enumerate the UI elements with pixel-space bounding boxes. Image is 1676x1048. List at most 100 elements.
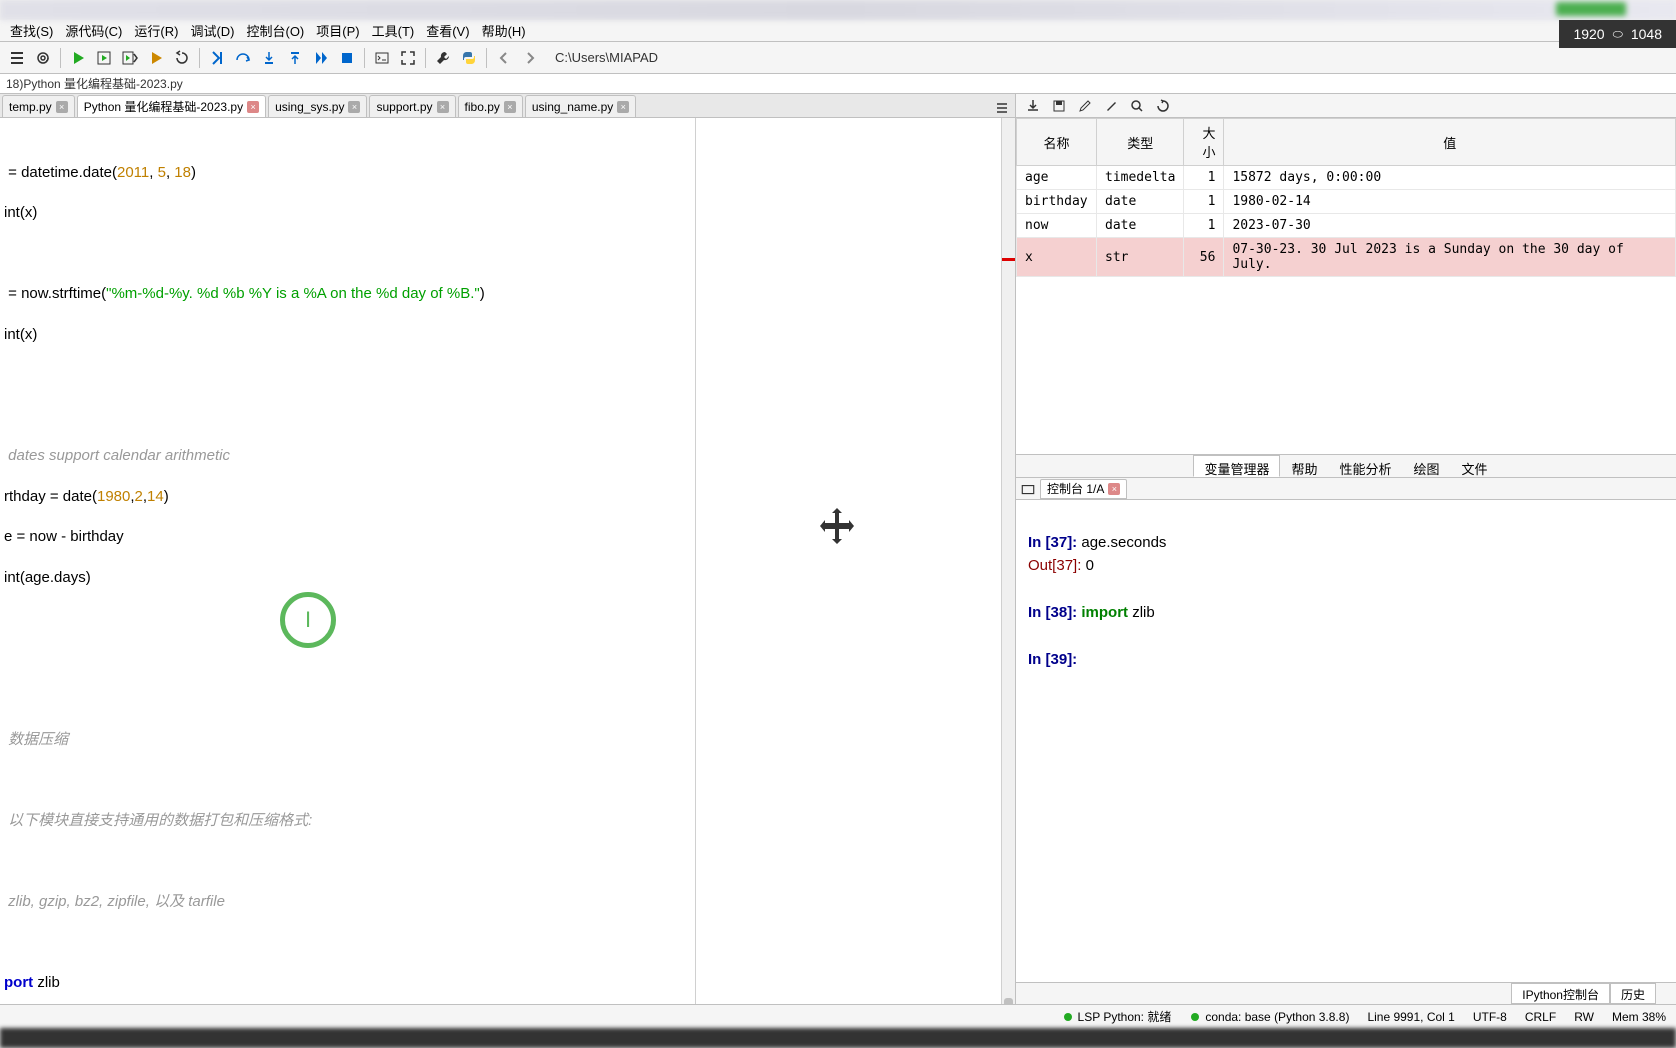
console-tabs: 控制台 1/A× [1016, 478, 1676, 500]
working-directory[interactable]: C:\Users\MIAPAD [555, 50, 658, 65]
status-rw[interactable]: RW [1574, 1010, 1594, 1024]
run-cell-advance-icon[interactable] [119, 47, 141, 69]
status-lsp[interactable]: LSP Python: 就绪 [1062, 1008, 1172, 1025]
status-conda[interactable]: conda: base (Python 3.8.8) [1189, 1010, 1349, 1024]
stop-icon[interactable] [336, 47, 358, 69]
table-row[interactable]: birthdaydate11980-02-14 [1017, 190, 1676, 214]
edit-icon[interactable] [1076, 97, 1094, 115]
col-type[interactable]: 类型 [1097, 119, 1184, 166]
menu-project[interactable]: 项目(P) [310, 19, 365, 42]
menu-console[interactable]: 控制台(O) [240, 19, 310, 42]
close-icon[interactable]: × [504, 101, 516, 113]
nav-forward-icon[interactable] [519, 47, 541, 69]
link-icon: ⬭ [1613, 27, 1623, 42]
toolbar: C:\Users\MIAPAD [0, 42, 1676, 74]
taskbar-blur [0, 1028, 1676, 1048]
step-over-icon[interactable] [232, 47, 254, 69]
console-tab[interactable]: 控制台 1/A× [1040, 479, 1127, 499]
tab-using-sys[interactable]: using_sys.py× [268, 95, 367, 117]
restart-icon[interactable] [171, 47, 193, 69]
run-selection-icon[interactable] [145, 47, 167, 69]
expand-icon[interactable] [397, 47, 419, 69]
col-value[interactable]: 值 [1224, 119, 1676, 166]
refresh-icon[interactable] [1154, 97, 1172, 115]
table-row[interactable]: xstr5607-30-23. 30 Jul 2023 is a Sunday … [1017, 238, 1676, 277]
close-icon[interactable]: × [437, 101, 449, 113]
menubar: 查找(S) 源代码(C) 运行(R) 调试(D) 控制台(O) 项目(P) 工具… [0, 20, 1676, 42]
nav-back-icon[interactable] [493, 47, 515, 69]
col-name[interactable]: 名称 [1017, 119, 1097, 166]
search-icon[interactable] [1128, 97, 1146, 115]
toolbar-list-icon[interactable] [6, 47, 28, 69]
tab-ipython[interactable]: IPython控制台 [1511, 983, 1610, 1004]
status-mem[interactable]: Mem 38% [1612, 1010, 1666, 1024]
save-file-icon[interactable] [1050, 97, 1068, 115]
menu-help[interactable]: 帮助(H) [476, 19, 532, 42]
close-icon[interactable]: × [56, 101, 68, 113]
tab-history[interactable]: 历史 [1610, 983, 1656, 1004]
console-bottom-tabs: IPython控制台 历史 [1016, 982, 1676, 1004]
save-vars-icon[interactable] [1024, 97, 1042, 115]
col-size[interactable]: 大小 [1184, 119, 1224, 166]
status-encoding[interactable]: UTF-8 [1473, 1010, 1507, 1024]
breadcrumb-file[interactable]: Python 量化编程基础-2023.py [23, 75, 182, 92]
table-header-row: 名称 类型 大小 值 [1017, 119, 1676, 166]
table-row[interactable]: nowdate12023-07-30 [1017, 214, 1676, 238]
console[interactable]: In [37]: age.seconds Out[37]: 0 In [38]:… [1016, 500, 1676, 982]
toolbar-separator [60, 48, 61, 68]
toolbar-at-icon[interactable] [32, 47, 54, 69]
tab-profile[interactable]: 性能分析 [1328, 455, 1402, 477]
tab-plot[interactable]: 绘图 [1403, 455, 1451, 477]
tab-var-manager[interactable]: 变量管理器 [1193, 455, 1280, 477]
terminal-icon[interactable] [371, 47, 393, 69]
tab-temp[interactable]: temp.py× [2, 95, 75, 117]
tab-fibo[interactable]: fibo.py× [458, 95, 523, 117]
table-row[interactable]: agetimedelta115872 days, 0:00:00 [1017, 166, 1676, 190]
brush-icon[interactable] [1102, 97, 1120, 115]
collapse-icon[interactable] [1020, 481, 1036, 497]
menu-source[interactable]: 源代码(C) [59, 19, 128, 42]
code-guide [695, 118, 696, 1004]
editor-area: temp.py× Python 量化编程基础-2023.py × using_sy… [0, 94, 1015, 1004]
close-icon[interactable]: × [1108, 483, 1120, 495]
var-toolbar [1016, 94, 1676, 118]
tab-help[interactable]: 帮助 [1280, 455, 1328, 477]
tab-file[interactable]: 文件 [1451, 455, 1499, 477]
debug-skip-icon[interactable] [206, 47, 228, 69]
toolbar-separator [199, 48, 200, 68]
menu-debug[interactable]: 调试(D) [184, 19, 240, 42]
toolbar-separator [425, 48, 426, 68]
menu-tools[interactable]: 工具(T) [366, 19, 421, 42]
scrollbar-thumb[interactable] [1004, 998, 1013, 1004]
status-line[interactable]: Line 9991, Col 1 [1367, 1010, 1454, 1024]
python-icon[interactable] [458, 47, 480, 69]
console-area: 控制台 1/A× In [37]: age.seconds Out[37]: 0… [1016, 478, 1676, 1004]
toolbar-separator [364, 48, 365, 68]
tab-label: Python 量化编程基础-2023.py [84, 98, 243, 115]
vertical-scrollbar[interactable] [1001, 118, 1015, 1004]
tab-support[interactable]: support.py× [369, 95, 455, 117]
menu-find[interactable]: 查找(S) [4, 19, 59, 42]
run-icon[interactable] [67, 47, 89, 69]
menu-view[interactable]: 查看(V) [420, 19, 475, 42]
tabs: temp.py× Python 量化编程基础-2023.py × using_sy… [0, 94, 1015, 118]
step-out-icon[interactable] [284, 47, 306, 69]
continue-icon[interactable] [310, 47, 332, 69]
step-into-icon[interactable] [258, 47, 280, 69]
close-icon[interactable]: × [617, 101, 629, 113]
variable-explorer: 名称 类型 大小 值 agetimedelta115872 days, 0:00… [1016, 118, 1676, 454]
menu-run[interactable]: 运行(R) [128, 19, 184, 42]
statusbar: LSP Python: 就绪 conda: base (Python 3.8.8… [0, 1004, 1676, 1028]
res-h: 1048 [1631, 26, 1662, 42]
code-editor[interactable]: = datetime.date(2011, 5, 18) int(x) = no… [0, 118, 1015, 1004]
toolbar-separator [486, 48, 487, 68]
tabs-menu-icon[interactable] [993, 99, 1011, 117]
breadcrumb-prefix: 18) [6, 77, 23, 91]
run-cell-icon[interactable] [93, 47, 115, 69]
tab-main[interactable]: Python 量化编程基础-2023.py × [77, 95, 266, 117]
status-eol[interactable]: CRLF [1525, 1010, 1556, 1024]
close-icon[interactable]: × [348, 101, 360, 113]
close-icon[interactable]: × [247, 101, 259, 113]
wrench-icon[interactable] [432, 47, 454, 69]
tab-using-name[interactable]: using_name.py× [525, 95, 636, 117]
